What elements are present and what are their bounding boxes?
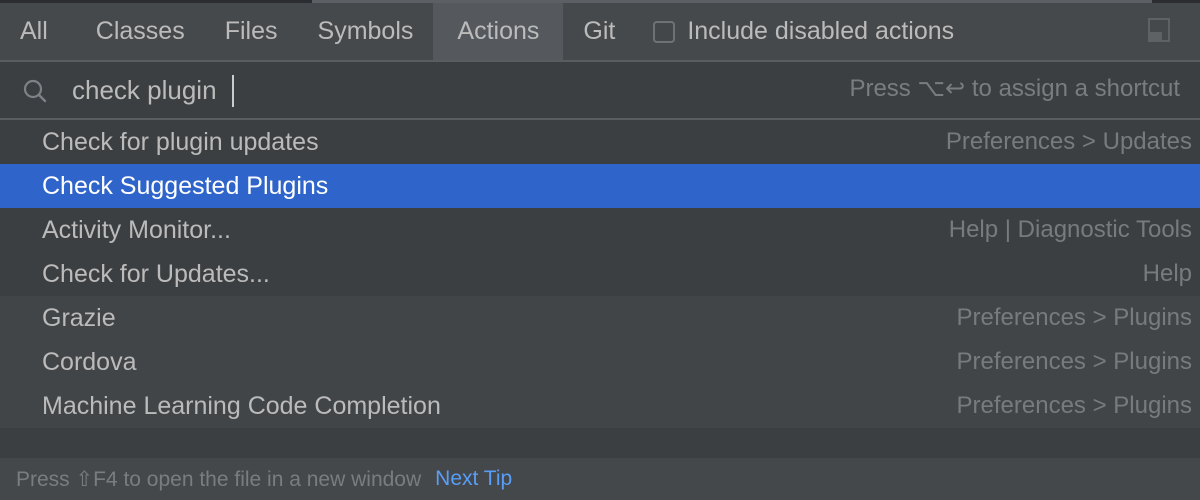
tab-git[interactable]: Git bbox=[563, 3, 635, 60]
result-location: Help bbox=[1142, 260, 1192, 287]
result-name: Activity Monitor... bbox=[42, 215, 231, 244]
include-disabled-actions-option[interactable]: Include disabled actions bbox=[653, 17, 954, 46]
result-name: Machine Learning Code Completion bbox=[42, 391, 441, 420]
result-row[interactable]: Grazie Preferences > Plugins bbox=[0, 296, 1200, 340]
pin-icon-fill bbox=[1150, 32, 1162, 40]
result-row[interactable]: Check for Updates... Help bbox=[0, 252, 1200, 296]
result-location: Preferences > Plugins bbox=[956, 392, 1192, 419]
result-name: Grazie bbox=[42, 303, 116, 332]
result-row[interactable]: Cordova Preferences > Plugins bbox=[0, 340, 1200, 384]
result-location: Help | Diagnostic Tools bbox=[948, 216, 1192, 243]
shortcut-hint: Press ⌥↩ to assign a shortcut bbox=[849, 75, 1180, 102]
result-row-selected[interactable]: Check Suggested Plugins bbox=[0, 164, 1200, 208]
result-row[interactable]: Check for plugin updates Preferences > U… bbox=[0, 120, 1200, 164]
search-everywhere-popup: All Classes Files Symbols Actions Git In… bbox=[0, 0, 1200, 500]
include-disabled-checkbox[interactable] bbox=[653, 20, 676, 43]
tab-files[interactable]: Files bbox=[205, 3, 298, 60]
search-icon bbox=[23, 79, 47, 103]
tab-actions[interactable]: Actions bbox=[433, 3, 564, 60]
result-name: Cordova bbox=[42, 347, 137, 376]
tab-all[interactable]: All bbox=[0, 3, 76, 60]
tip-text: Press ⇧F4 to open the file in a new wind… bbox=[16, 467, 422, 491]
result-name: Check Suggested Plugins bbox=[42, 171, 329, 200]
result-row[interactable]: Machine Learning Code Completion Prefere… bbox=[0, 384, 1200, 428]
tab-classes[interactable]: Classes bbox=[76, 3, 205, 60]
search-bar: Press ⌥↩ to assign a shortcut bbox=[0, 62, 1200, 118]
include-disabled-label: Include disabled actions bbox=[687, 17, 955, 45]
tab-symbols[interactable]: Symbols bbox=[298, 3, 434, 60]
result-location: Preferences > Plugins bbox=[956, 348, 1192, 375]
result-location: Preferences > Plugins bbox=[956, 304, 1192, 331]
tab-bar: All Classes Files Symbols Actions Git In… bbox=[0, 3, 1200, 60]
pin-window-icon[interactable] bbox=[1148, 18, 1170, 42]
result-row[interactable]: Activity Monitor... Help | Diagnostic To… bbox=[0, 208, 1200, 252]
text-cursor bbox=[232, 75, 234, 107]
result-name: Check for plugin updates bbox=[42, 127, 319, 156]
result-location: Preferences > Updates bbox=[945, 128, 1192, 155]
result-name: Check for Updates... bbox=[42, 259, 270, 288]
tip-footer: Press ⇧F4 to open the file in a new wind… bbox=[0, 458, 1200, 500]
next-tip-link[interactable]: Next Tip bbox=[435, 467, 512, 491]
search-input[interactable] bbox=[72, 72, 672, 108]
results-list: Check for plugin updates Preferences > U… bbox=[0, 120, 1200, 464]
